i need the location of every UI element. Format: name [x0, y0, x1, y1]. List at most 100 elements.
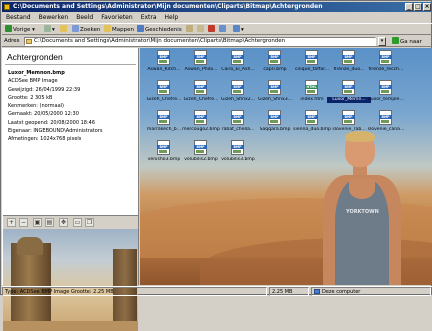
- menu-extra[interactable]: Extra: [137, 13, 161, 22]
- copy-to-icon: [197, 25, 204, 32]
- search-button[interactable]: Zoeken: [72, 25, 100, 34]
- file-icon-item[interactable]: BMP cinque_taffar...: [292, 50, 332, 77]
- copy-to-button[interactable]: [197, 25, 205, 34]
- file-name-label: Luxor_temple...: [368, 97, 404, 102]
- folders-button[interactable]: Mappen: [104, 25, 134, 34]
- bmp-file-icon: BMP: [268, 80, 282, 95]
- go-button[interactable]: Ga naar: [392, 37, 422, 47]
- menu-bewerken[interactable]: Bewerken: [35, 13, 73, 22]
- address-field[interactable]: C:\Documents and Settings\Administrator\…: [24, 37, 376, 46]
- file-icon-item[interactable]: BMP Luxor_Memn...: [327, 80, 371, 107]
- file-icon-item[interactable]: BMP firenze_duo...: [329, 50, 369, 77]
- image-preview: [3, 229, 138, 331]
- prop-created: Gemaakt: 20/05/2000 12:30: [8, 111, 79, 118]
- print-icon[interactable]: ▭: [73, 218, 82, 227]
- delete-button[interactable]: [208, 25, 216, 34]
- folder-icon: [26, 39, 32, 44]
- colossus-left: [11, 237, 51, 325]
- divider: [5, 64, 136, 65]
- file-icon-item[interactable]: BMP firenze_recch...: [366, 50, 406, 77]
- file-icon-item[interactable]: HTML index.htm: [292, 80, 332, 107]
- file-name: Luxor_Memnon.bmp: [8, 70, 65, 76]
- file-icon-item[interactable]: BMP slovenie_cana...: [366, 110, 406, 137]
- minimize-button[interactable]: _: [405, 3, 413, 11]
- bmp-file-icon: BMP: [379, 110, 393, 125]
- file-icon-item[interactable]: BMP Gizeh_Sfinx3...: [255, 80, 295, 107]
- menu-beeld[interactable]: Beeld: [72, 13, 97, 22]
- computer-icon: [314, 289, 320, 294]
- bmp-file-icon: BMP: [194, 50, 208, 65]
- menu-bestand[interactable]: Bestand: [2, 13, 35, 22]
- background-person: YORKTOWN: [315, 131, 410, 285]
- file-icon-item[interactable]: BMP Gizeh_Chefre...: [181, 80, 221, 107]
- menu-help[interactable]: Help: [161, 13, 183, 22]
- menu-bar: Bestand Bewerken Beeld Favorieten Extra Help: [2, 13, 432, 22]
- back-arrow-icon: [5, 25, 12, 32]
- maximize-button[interactable]: □: [414, 3, 422, 11]
- prop-dimensions: Afmetingen: 1024x768 pixels: [8, 136, 82, 143]
- file-icon-item[interactable]: BMP Gizeh_Chefre...: [144, 80, 184, 107]
- file-icon-item[interactable]: BMP rabat_chella...: [218, 110, 258, 137]
- actual-size-icon[interactable]: ▣: [33, 218, 42, 227]
- window-title: C:\Documents and Settings\Administrator\…: [13, 3, 323, 10]
- folder-icon: [4, 4, 10, 10]
- prop-owner: Eigenaar: INGEBOUND\Administrators: [8, 128, 103, 135]
- zoom-out-icon[interactable]: −: [19, 218, 28, 227]
- ground: [3, 321, 138, 331]
- file-icon-item[interactable]: BMP sienna_duo.bmp: [292, 110, 332, 137]
- folders-icon: [104, 25, 111, 32]
- bmp-file-icon: BMP: [157, 80, 171, 95]
- file-properties: Luxor_Memnon.bmp ACDSee BMP Image Gewijz…: [8, 69, 136, 144]
- file-icon-item[interactable]: BMP slovenie_rab...: [329, 110, 369, 137]
- file-icon-item[interactable]: BMP mercougo2.bmp: [181, 110, 221, 137]
- prop-modified: Gewijzigd: 26/04/1999 22:39: [8, 86, 81, 93]
- search-icon: [72, 25, 79, 32]
- file-icon-item[interactable]: BMP volubilis2.bmp: [181, 140, 221, 167]
- copy-icon[interactable]: ❐: [85, 218, 94, 227]
- file-icon-item[interactable]: BMP Cairo_El_Ash...: [218, 50, 258, 77]
- shirt-text: YORKTOWN: [346, 209, 379, 215]
- bmp-file-icon: BMP: [379, 80, 393, 95]
- file-icon-item[interactable]: BMP Aswan_Phila...: [181, 50, 221, 77]
- tank-top: [335, 179, 389, 285]
- bmp-file-icon: BMP: [268, 50, 282, 65]
- bmp-file-icon: BMP: [342, 50, 356, 65]
- back-button[interactable]: Vorige ▾: [5, 25, 35, 34]
- explorer-window: C:\Documents and Settings\Administrator\…: [0, 0, 432, 331]
- undo-button[interactable]: [219, 25, 227, 34]
- bmp-file-icon: BMP: [231, 110, 245, 125]
- prop-attributes: Kenmerken: (normaal): [8, 103, 64, 110]
- open-image-icon[interactable]: ✥: [59, 218, 68, 227]
- up-button[interactable]: [60, 25, 68, 34]
- address-bar: Adres C:\Documents and Settings\Administ…: [2, 36, 432, 47]
- address-dropdown-button[interactable]: ▾: [378, 37, 386, 46]
- bmp-file-icon: BMP: [231, 80, 245, 95]
- history-button[interactable]: Geschiedenis: [137, 25, 182, 34]
- bmp-file-icon: BMP: [157, 50, 171, 65]
- file-icon-item[interactable]: BMP Saqqara.bmp: [255, 110, 295, 137]
- bmp-file-icon: BMP: [194, 140, 208, 155]
- forward-button[interactable]: ▾: [44, 25, 55, 34]
- file-icon-item[interactable]: BMP Luxor_temple...: [366, 80, 406, 107]
- title-bar[interactable]: C:\Documents and Settings\Administrator\…: [2, 2, 432, 12]
- file-icon-item[interactable]: BMP venisho3.bmp: [144, 140, 184, 167]
- details-pane: Achtergronden Luxor_Memnon.bmp ACDSee BM…: [2, 48, 139, 331]
- best-fit-icon[interactable]: ▤: [45, 218, 54, 227]
- undo-icon: [219, 25, 226, 32]
- bmp-file-icon: BMP: [231, 140, 245, 155]
- prop-accessed: Laatst geopend: 20/08/2000 18:46: [8, 119, 96, 126]
- file-icon-item[interactable]: BMP Aswan_Kitch...: [144, 50, 184, 77]
- file-icon-item[interactable]: BMP Gizeh_Sfinx2...: [218, 80, 258, 107]
- folder-title: Achtergronden: [7, 52, 63, 62]
- views-button[interactable]: ▾: [233, 25, 244, 34]
- file-icon-item[interactable]: BMP marrakech_b...: [144, 110, 184, 137]
- bmp-file-icon: BMP: [305, 110, 319, 125]
- status-bar: Type: ACDSee BMP Image Grootte: 2.25 MB …: [2, 286, 432, 296]
- close-button[interactable]: ×: [423, 3, 431, 11]
- menu-favorieten[interactable]: Favorieten: [97, 13, 136, 22]
- delete-icon: [208, 25, 215, 32]
- zoom-in-icon[interactable]: +: [7, 218, 16, 227]
- file-icon-item[interactable]: BMP capri.bmp: [255, 50, 295, 77]
- file-icon-item[interactable]: BMP volubilis3.bmp: [218, 140, 258, 167]
- move-to-button[interactable]: [186, 25, 194, 34]
